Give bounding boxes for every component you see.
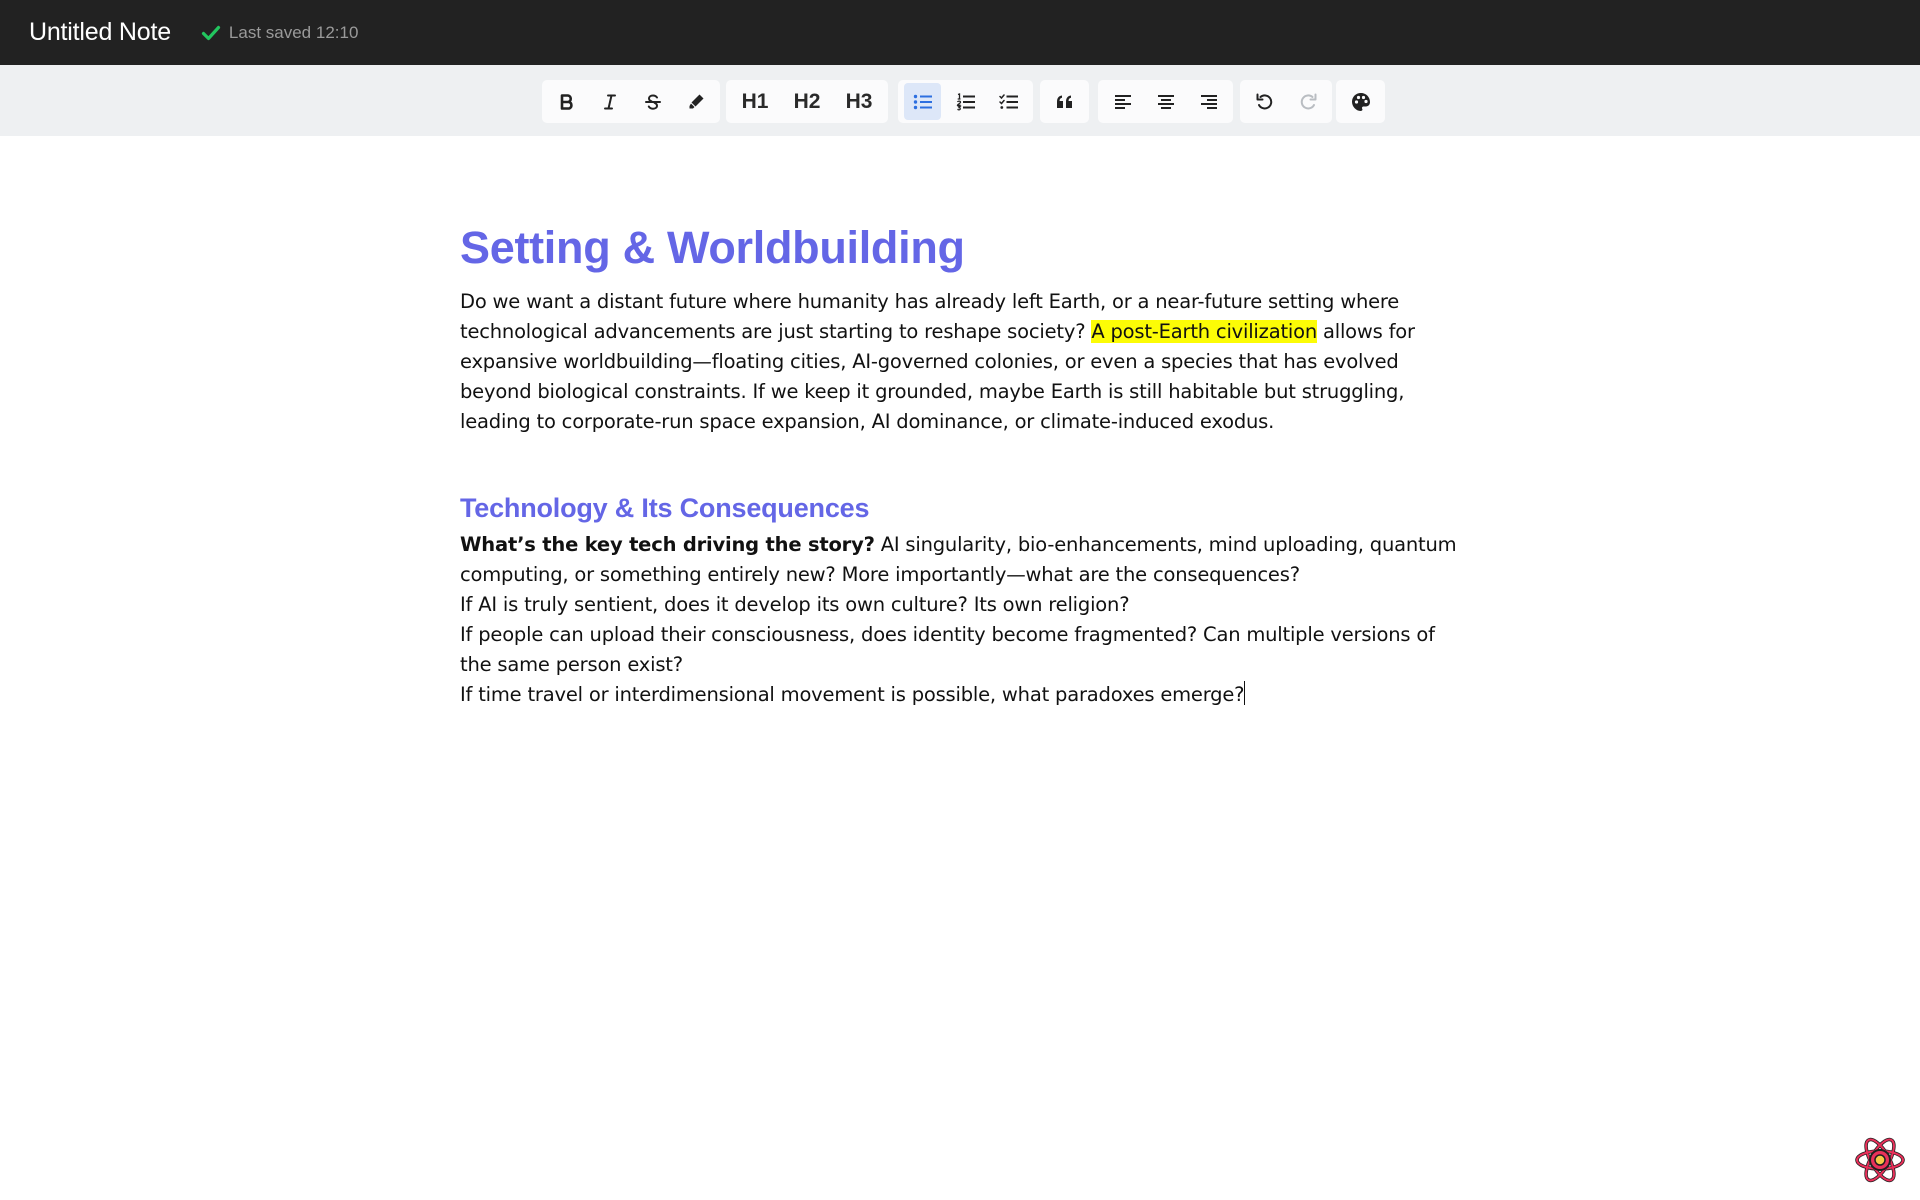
heading-3-button[interactable]: H3 [837,83,881,120]
align-center-button[interactable] [1147,83,1184,120]
bold-icon [560,93,573,110]
theme-group [1336,80,1385,123]
task-list-button[interactable] [990,83,1027,120]
save-status: Last saved 12:10 [201,23,358,43]
heading-group: H1 H2 H3 [726,80,888,123]
ordered-list-icon [956,92,975,111]
bullet-list-button[interactable] [904,83,941,120]
redo-icon [1300,93,1316,109]
save-status-text: Last saved 12:10 [228,22,359,42]
heading-setting-worldbuilding[interactable]: Setting & Worldbuilding [460,210,1460,285]
list-group [898,80,1033,123]
paragraph-line: If AI is truly sentient, does it develop… [460,593,1130,616]
quote-group [1040,80,1089,123]
strikethrough-button[interactable] [634,83,671,120]
ordered-list-button[interactable] [947,83,984,120]
blockquote-button[interactable] [1046,83,1083,120]
bold-question: What’s the key tech driving the story? [460,533,875,556]
text-format-group [542,80,720,123]
undo-icon [1256,93,1272,109]
align-group [1098,80,1233,123]
react-logo-icon[interactable] [1854,1134,1906,1186]
heading-1-button[interactable]: H1 [733,83,777,120]
bold-button[interactable] [548,83,585,120]
heading-2-button[interactable]: H2 [785,83,829,120]
text-cursor [1244,681,1246,705]
highlight-button[interactable] [677,83,714,120]
align-left-icon [1114,94,1131,109]
paragraph-setting[interactable]: Do we want a distant future where humani… [460,287,1460,437]
history-group [1240,80,1332,123]
highlighted-text: A post-Earth civilization [1091,320,1317,343]
top-bar: Untitled Note Last saved 12:10 [0,0,1920,65]
align-left-button[interactable] [1104,83,1141,120]
strikethrough-icon [644,93,661,110]
paragraph-line: If people can upload their consciousness… [460,623,1435,676]
palette-icon [1351,92,1370,111]
redo-button[interactable] [1289,83,1326,120]
italic-button[interactable] [591,83,628,120]
bullet-list-icon [913,94,932,109]
undo-button[interactable] [1246,83,1283,120]
blockquote-icon [1056,95,1072,108]
theme-button[interactable] [1342,83,1379,120]
align-right-icon [1200,94,1217,109]
align-center-icon [1157,94,1174,109]
check-icon [201,25,221,40]
heading-technology-consequences[interactable]: Technology & Its Consequences [460,488,1460,528]
note-title[interactable]: Untitled Note [29,18,171,47]
paragraph-technology[interactable]: What’s the key tech driving the story? A… [460,530,1460,710]
italic-icon [603,94,616,109]
highlighter-icon [689,94,703,108]
editor-content[interactable]: Setting & Worldbuilding Do we want a dis… [460,210,1460,710]
task-list-icon [998,93,1018,109]
paragraph-line: If time travel or interdimensional movem… [460,683,1245,706]
align-right-button[interactable] [1190,83,1227,120]
